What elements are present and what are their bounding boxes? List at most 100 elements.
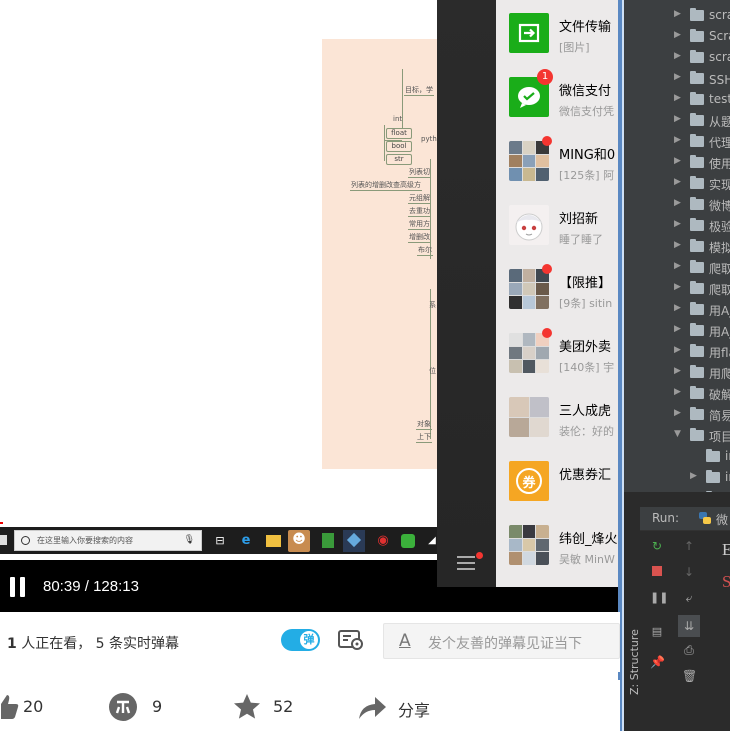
chevron-right-icon[interactable]: ▶ — [674, 198, 681, 208]
chevron-right-icon[interactable]: ▶ — [674, 51, 681, 61]
ide-icon — [343, 530, 365, 552]
pause-icon[interactable]: ❚❚ — [650, 591, 668, 605]
chevron-right-icon[interactable]: ▶ — [674, 282, 681, 292]
chat-preview: [9条] sitin — [559, 297, 613, 310]
chat-preview: 睡了睡了 — [559, 233, 603, 246]
taskbar-search: 在这里输入你要搜索的内容 🎙 — [14, 530, 202, 551]
folder-icon — [690, 29, 704, 42]
danmu-input[interactable]: A 发个友善的弹幕见证当下 — [383, 623, 620, 659]
group-avatar — [509, 397, 549, 437]
file-transfer-icon — [518, 23, 540, 43]
mindmap-node: pyth — [421, 135, 437, 143]
tree-item[interactable]: ▶ 爬取 — [624, 257, 730, 278]
chat-name: 微信支付 — [559, 84, 612, 99]
pin-icon[interactable]: 📌 — [650, 655, 665, 669]
chevron-right-icon[interactable]: ▶ — [674, 240, 681, 250]
pause-button[interactable] — [10, 577, 26, 597]
tree-item[interactable]: ▼ 项目 — [624, 425, 730, 446]
mindmap-node: 列表的增删改查高级方 — [350, 181, 422, 191]
danmu-settings-icon[interactable] — [337, 629, 365, 651]
total-time: 128:13 — [93, 578, 139, 595]
tree-item[interactable]: ▶ 简易 — [624, 404, 730, 425]
tree-item[interactable]: ▶ scrap — [624, 5, 730, 26]
chat-item-meituan[interactable]: 美团外卖 [140条] 宇 — [496, 320, 618, 384]
tree-item-label: 使用 — [709, 157, 730, 171]
chat-item-xiantui[interactable]: 【限推】 [9条] sitin — [496, 256, 618, 320]
folder-icon — [706, 470, 720, 483]
tree-item[interactable]: ▶ 使用 — [624, 152, 730, 173]
tree-item[interactable]: ▶ scrap — [624, 47, 730, 68]
chevron-right-icon[interactable]: ▶ — [674, 408, 681, 418]
mindmap-node: str — [386, 154, 412, 165]
tree-item[interactable]: ▶in — [640, 467, 730, 488]
chevron-right-icon[interactable]: ▶ — [674, 93, 681, 103]
chat-name: MING和0 — [559, 148, 616, 163]
chat-item-coupon[interactable]: 券 优惠券汇 — [496, 448, 618, 512]
tree-item[interactable]: ▶ 从题 — [624, 110, 730, 131]
chat-item-group-ming[interactable]: MING和0 [125条] 阿 — [496, 128, 618, 192]
tree-item[interactable]: ▶ 破解 — [624, 383, 730, 404]
chevron-right-icon[interactable]: ▶ — [674, 135, 681, 145]
chevron-right-icon[interactable]: ▶ — [674, 72, 681, 82]
chevron-right-icon[interactable]: ▶ — [674, 219, 681, 229]
tree-item[interactable]: ▶in — [640, 446, 730, 467]
chevron-right-icon[interactable]: ▶ — [674, 114, 681, 124]
tree-item[interactable]: ▶ 微博 — [624, 194, 730, 215]
chevron-right-icon[interactable]: ▶ — [674, 387, 681, 397]
run-tab[interactable]: 微 — [716, 511, 728, 528]
scroll-end-icon[interactable]: ⇊ — [678, 615, 700, 637]
chevron-right-icon[interactable]: ▶ — [674, 366, 681, 376]
mindmap-node: 上下 — [416, 433, 432, 443]
chat-item-sanren[interactable]: 三人成虎 装伦：好的 — [496, 384, 618, 448]
chat-preview: 吴敏 MinW — [559, 553, 615, 566]
chevron-right-icon[interactable]: ▶ — [674, 177, 681, 187]
soft-wrap-icon[interactable]: ⤶ — [682, 591, 696, 605]
down-arrow-icon[interactable]: ↓ — [682, 565, 696, 579]
tree-item[interactable]: ▶ 用fla — [624, 341, 730, 362]
share-button[interactable]: 分享 — [357, 692, 447, 722]
chevron-right-icon[interactable]: ▶ — [674, 156, 681, 166]
structure-tab[interactable]: Z: Structure — [628, 629, 641, 695]
tree-item[interactable]: ▶ 用Aja — [624, 320, 730, 341]
chat-item-wechat-pay[interactable]: 1 微信支付 微信支付凭 — [496, 64, 618, 128]
stop-icon[interactable] — [650, 565, 664, 579]
danmu-toggle[interactable]: 弹 — [281, 629, 320, 651]
coin-button[interactable]: 9 — [108, 692, 178, 722]
layout-icon[interactable]: ▤ — [650, 625, 664, 639]
tree-item[interactable]: ▶ 爬取 — [624, 278, 730, 299]
tree-item-label: test1 — [709, 92, 730, 106]
folder-icon — [690, 407, 704, 420]
tree-item[interactable]: ▶ 用爬 — [624, 362, 730, 383]
chevron-right-icon[interactable]: ▶ — [674, 30, 681, 40]
chat-item-file-transfer[interactable]: 文件传输 [图片] — [496, 0, 618, 64]
tree-item[interactable]: ▶ Scrap — [624, 26, 730, 47]
text-style-icon[interactable]: A — [399, 631, 411, 651]
print-icon[interactable]: ⎙ — [682, 643, 696, 657]
rerun-icon[interactable]: ↻ — [650, 539, 664, 553]
tree-item[interactable]: ▶ SSH登 — [624, 68, 730, 89]
chevron-down-icon[interactable]: ▼ — [674, 429, 681, 439]
tree-item[interactable]: ▶ 模拟 — [624, 236, 730, 257]
tree-item[interactable]: ▶ 代理 — [624, 131, 730, 152]
tree-item[interactable]: ▶ 用Aja — [624, 299, 730, 320]
tree-item[interactable]: ▶ 实现 — [624, 173, 730, 194]
chat-item-liu[interactable]: 刘招新 睡了睡了 — [496, 192, 618, 256]
favorite-button[interactable]: 52 — [232, 692, 302, 722]
trash-icon[interactable]: 🗑 — [682, 669, 697, 683]
tree-item[interactable]: ▶ test1 — [624, 89, 730, 110]
chat-item-weichuang[interactable]: 纬创_烽火 吴敏 MinW — [496, 512, 618, 576]
chevron-right-icon[interactable]: ▶ — [690, 471, 697, 481]
chevron-right-icon[interactable]: ▶ — [674, 303, 681, 313]
up-arrow-icon[interactable]: ↑ — [682, 539, 696, 553]
chevron-right-icon[interactable]: ▶ — [674, 324, 681, 334]
like-button[interactable]: 20 — [0, 692, 62, 722]
chat-name: 优惠券汇 — [559, 468, 612, 483]
tree-item-label: Scrap — [709, 29, 730, 43]
tree-item-label: in — [725, 449, 730, 463]
chevron-right-icon[interactable]: ▶ — [674, 9, 681, 19]
wechat-menu-button[interactable] — [457, 556, 475, 570]
chevron-right-icon[interactable]: ▶ — [674, 345, 681, 355]
tree-item[interactable]: ▶ 极验 — [624, 215, 730, 236]
chevron-right-icon[interactable]: ▶ — [674, 261, 681, 271]
tree-item-label: SSH登 — [709, 73, 730, 87]
